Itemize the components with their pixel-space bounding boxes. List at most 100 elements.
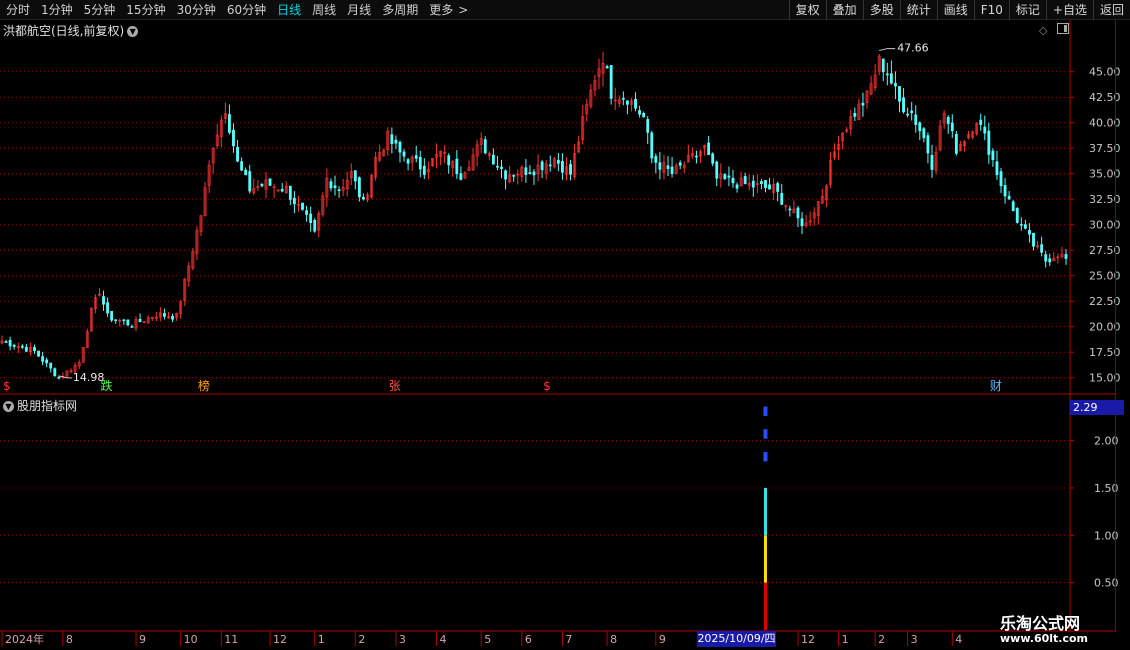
time-tick-label: 10 (184, 633, 198, 646)
candle-body (524, 167, 528, 175)
candle-body (12, 344, 16, 347)
candle-body (1003, 185, 1007, 197)
candle-body (999, 171, 1003, 187)
candle-body (658, 162, 662, 170)
candle-body (394, 139, 398, 144)
diamond-icon[interactable]: ◇ (1039, 24, 1047, 37)
candle-body (268, 178, 272, 186)
time-tick-label: 11 (224, 633, 238, 646)
candle-body (569, 164, 572, 175)
indicator-title[interactable]: ▼ 股朋指标网 (3, 397, 77, 414)
candle-body (780, 192, 784, 205)
time-tick-label: 1 (318, 633, 325, 646)
candle-body (353, 170, 357, 182)
candle-body (447, 155, 451, 166)
candle-body (418, 156, 422, 170)
candle-body (228, 114, 231, 133)
indicator-dash (763, 406, 768, 416)
candle-body (707, 142, 711, 155)
candle-body (861, 102, 865, 106)
candle-body (301, 202, 304, 210)
candle-body (946, 116, 950, 124)
candle-body (788, 208, 792, 211)
candle-body (512, 175, 516, 177)
candle-body (621, 98, 625, 100)
candle-body (138, 319, 142, 322)
candle-body (950, 122, 954, 132)
candle-body (711, 153, 715, 164)
chevron-down-icon[interactable]: ▼ (127, 26, 139, 37)
candle-body (337, 189, 341, 192)
chevron-down-icon[interactable]: ▼ (3, 401, 14, 412)
time-tick-label: 9 (139, 633, 146, 646)
candle-body (894, 83, 897, 87)
candle-body (561, 161, 564, 173)
candle-body (1019, 224, 1023, 226)
candle-body (902, 97, 905, 113)
candle-body (329, 181, 333, 189)
candle-body (751, 180, 755, 188)
candle-body (727, 175, 731, 178)
candle-body (459, 173, 463, 180)
candle-body (715, 161, 719, 179)
indicator-value-box: 2.29 (1070, 400, 1124, 415)
event-marker: 财 (990, 379, 1002, 393)
candle-body (240, 161, 244, 171)
candle-body (1048, 258, 1052, 263)
candle-body (4, 341, 8, 343)
candle-body (991, 150, 995, 160)
crosshair-date-label: 2025/10/09/四 (697, 631, 776, 647)
candle-body (496, 165, 499, 168)
candle-body (532, 171, 536, 176)
candle-body (163, 313, 166, 317)
candle-body (678, 162, 682, 166)
candle-body (776, 183, 780, 192)
indicator-title-text: 股朋指标网 (17, 399, 78, 413)
max-price-pointer (879, 48, 896, 52)
candle-body (914, 114, 918, 125)
candle-body (548, 164, 552, 167)
candle-body (500, 166, 503, 170)
candle-body (918, 122, 922, 132)
candle-body (646, 119, 650, 133)
candle-body (760, 181, 763, 184)
candle-body (122, 319, 126, 322)
candle-body (731, 177, 735, 184)
candle-body (910, 110, 914, 114)
watermark-url: www.60lt.com (1000, 632, 1089, 645)
candle-body (885, 73, 889, 76)
time-tick-label: 5 (484, 633, 491, 646)
candle-body (20, 345, 24, 348)
candle-body (634, 98, 637, 109)
time-tick-label: 12 (801, 633, 815, 646)
candle-body (889, 73, 893, 84)
candle-body (922, 128, 926, 139)
candle-body (1064, 254, 1068, 259)
candle-body (41, 356, 45, 362)
watermark-title: 乐淘公式网 (1000, 614, 1081, 633)
candle-body (1007, 195, 1011, 200)
layout-icon[interactable] (1057, 23, 1069, 34)
candle-body (540, 161, 544, 171)
candle-body (1015, 208, 1019, 223)
candle-body (232, 129, 235, 147)
candle-body (260, 183, 264, 187)
candle-body (402, 151, 406, 157)
candle-body (979, 119, 983, 125)
indicator-segment (763, 582, 767, 630)
candle-body (491, 154, 495, 165)
candle-body (102, 296, 105, 305)
candle-body (898, 86, 901, 102)
candle-body (768, 184, 771, 190)
time-tick-label: 4 (955, 633, 962, 646)
event-marker: $ (3, 379, 11, 393)
stock-title[interactable]: 洪都航空(日线,前复权) ▼ (3, 22, 139, 39)
candle-body (695, 155, 698, 158)
time-tick-label: 2024年 (5, 632, 44, 646)
candle-body (1032, 232, 1035, 247)
right-side-strip (1115, 20, 1130, 632)
time-tick-label: 7 (565, 633, 572, 646)
chart-canvas[interactable]: 45.0042.5040.0037.5035.0032.5030.0027.50… (0, 0, 1130, 650)
candle-body (556, 159, 560, 164)
candle-body (24, 346, 28, 352)
